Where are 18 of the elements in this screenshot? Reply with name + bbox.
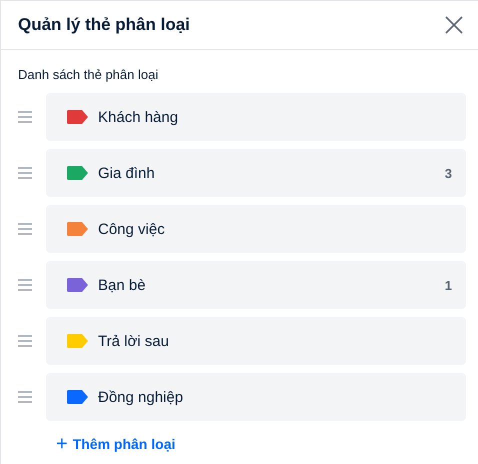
drag-handle-icon[interactable] [18,111,32,123]
drag-handle-icon[interactable] [18,279,32,291]
drag-handle-icon[interactable] [18,335,32,347]
add-tag-link[interactable]: + Thêm phân loại [56,434,176,454]
tag-count: 1 [444,278,452,292]
drag-handle-icon[interactable] [18,391,32,403]
tag-item[interactable]: Khách hàng [46,93,466,141]
dialog-title: Quản lý thẻ phân loại [18,15,190,35]
close-icon [445,16,463,34]
tag-count: 3 [444,166,452,180]
tag-item[interactable]: Gia đình 3 [46,149,466,197]
tag-item[interactable]: Đồng nghiệp [46,373,466,421]
drag-handle-icon[interactable] [18,167,32,179]
tag-item[interactable]: Công việc [46,205,466,253]
drag-handle-icon[interactable] [18,223,32,235]
section-label: Danh sách thẻ phân loại [17,66,160,84]
tag-item[interactable]: Trả lời sau [46,317,466,365]
tag-item[interactable]: Bạn bè 1 [46,261,466,309]
